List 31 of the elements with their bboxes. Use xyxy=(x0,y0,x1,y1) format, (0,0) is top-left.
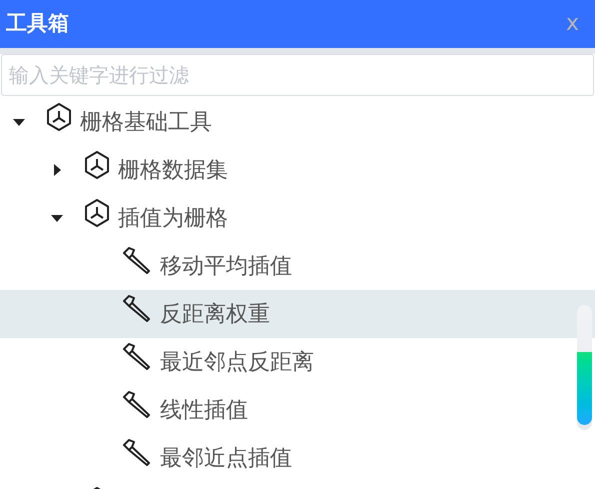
hammer-icon xyxy=(122,295,152,323)
cube-icon xyxy=(84,198,110,228)
tree-item-label: 最近邻点反距离 xyxy=(160,348,314,376)
panel-title: 工具箱 xyxy=(6,10,69,38)
tree-item-label: 线性插值 xyxy=(160,396,248,424)
tree-item-label: 最邻近点插值 xyxy=(160,444,292,472)
hammer-icon xyxy=(122,439,152,467)
tree-item[interactable]: 移动平均插值 xyxy=(0,242,595,290)
scrollbar-thumb[interactable] xyxy=(577,352,592,425)
hammer-icon xyxy=(122,247,152,275)
tree-item-label: 栅格数据集 xyxy=(118,156,228,184)
hammer-icon xyxy=(122,391,152,419)
tree-item[interactable]: 栅格基础工具 xyxy=(0,98,595,146)
tree-item-label: 反距离权重 xyxy=(160,300,270,328)
tree-item-label: 插值为栅格 xyxy=(118,204,228,232)
filter-field[interactable]: 输入关键字进行过滤 xyxy=(1,54,594,96)
tree-item[interactable]: 最邻近点插值 xyxy=(0,434,595,482)
tree-item-label: 栅格基础工具 xyxy=(80,108,212,136)
cube-icon xyxy=(46,102,72,132)
tree-item[interactable]: 最近邻点反距离 xyxy=(0,338,595,386)
tree-item-label: 移动平均插值 xyxy=(160,252,292,280)
cube-icon xyxy=(84,150,110,180)
tree-item[interactable]: 栅格数据集 xyxy=(0,146,595,194)
expand-caret-icon[interactable] xyxy=(51,164,63,176)
tree-item[interactable]: 线性插值 xyxy=(0,386,595,434)
scrollbar[interactable] xyxy=(577,305,592,430)
collapse-caret-icon[interactable] xyxy=(51,212,63,224)
tree-item[interactable]: 反距离权重 xyxy=(0,290,595,338)
hammer-icon xyxy=(122,343,152,371)
tree-item[interactable]: 插值为栅格 xyxy=(0,194,595,242)
collapse-caret-icon[interactable] xyxy=(13,116,25,128)
